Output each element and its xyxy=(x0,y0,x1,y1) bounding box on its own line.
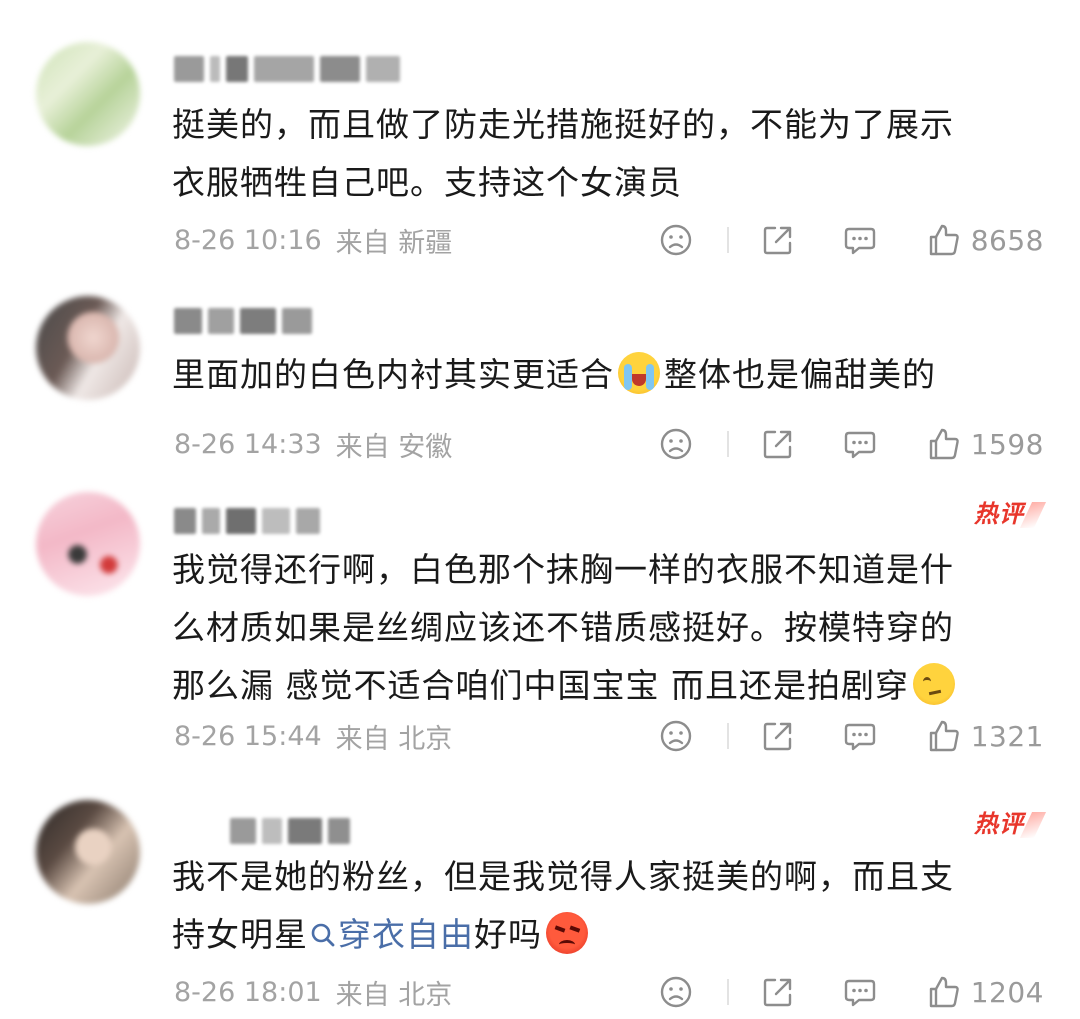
comment-line: 持女明星 穿衣自由好吗 xyxy=(172,906,1032,968)
avatar[interactable] xyxy=(36,42,140,146)
divider xyxy=(726,723,729,749)
username[interactable] xyxy=(174,504,434,538)
comment-meta: 8-26 15:44 来自 北京 1321 xyxy=(174,716,1044,756)
share-icon[interactable] xyxy=(761,223,795,257)
comment-line: 么材质如果是丝绸应该还不错质感挺好。按模特穿的 xyxy=(172,608,954,647)
avatar[interactable] xyxy=(36,800,140,904)
username[interactable] xyxy=(174,52,434,86)
comment-meta: 8-26 18:01 来自 北京 1204 xyxy=(174,972,1044,1012)
comment-actions: 1598 xyxy=(659,424,1044,464)
topic-link[interactable]: 穿衣自由 xyxy=(308,915,474,954)
comment-line: 里面加的白色内衬其实更适合 整体也是偏甜美的 xyxy=(172,346,1032,404)
dislike-icon[interactable] xyxy=(659,427,693,461)
comment-segment: 好吗 xyxy=(474,915,542,954)
like-count: 8658 xyxy=(970,223,1044,257)
comment-time: 8-26 14:33 xyxy=(174,428,322,460)
comment-icon[interactable] xyxy=(843,223,877,257)
comment-icon[interactable] xyxy=(843,427,877,461)
comment-line: 那么漏 感觉不适合咱们中国宝宝 而且还是拍剧穿 xyxy=(172,657,1032,715)
share-icon[interactable] xyxy=(761,719,795,753)
thumbs-up-icon xyxy=(927,975,961,1009)
comment-time: 8-26 18:01 xyxy=(174,976,322,1008)
comment-line: 我不是她的粉丝，但是我觉得人家挺美的啊，而且支 xyxy=(172,857,954,896)
avatar[interactable] xyxy=(36,296,140,400)
divider xyxy=(726,431,729,457)
comment-location: 来自 北京 xyxy=(335,979,453,1011)
topic-label: 穿衣自由 xyxy=(338,915,474,954)
username[interactable] xyxy=(174,304,434,338)
dislike-icon[interactable] xyxy=(659,223,693,257)
divider xyxy=(726,227,729,253)
like-count: 1321 xyxy=(970,719,1044,753)
comment-segment: 里面加的白色内衬其实更适合 xyxy=(172,355,614,394)
comment-time: 8-26 10:16 xyxy=(174,224,322,256)
avatar[interactable] xyxy=(36,492,140,596)
share-icon[interactable] xyxy=(761,975,795,1009)
comment-actions: 1204 xyxy=(659,972,1044,1012)
comment-line: 挺美的，而且做了防走光措施挺好的，不能为了展示 xyxy=(172,105,954,144)
comment-text: 我觉得还行啊，白色那个抹胸一样的衣服不知道是什 么材质如果是丝绸应该还不错质感挺… xyxy=(172,541,1032,715)
like-button[interactable]: 8658 xyxy=(927,223,1044,257)
username[interactable] xyxy=(174,814,434,848)
comment-icon[interactable] xyxy=(843,719,877,753)
like-button[interactable]: 1321 xyxy=(927,719,1044,753)
dislike-icon[interactable] xyxy=(659,975,693,1009)
like-count: 1598 xyxy=(970,427,1044,461)
comment-segment: 那么漏 感觉不适合咱们中国宝宝 而且还是拍剧穿 xyxy=(172,666,909,705)
thumbs-up-icon xyxy=(927,719,961,753)
hot-comment-badge: 热评 xyxy=(974,494,1040,529)
share-icon[interactable] xyxy=(761,427,795,461)
comment-text: 里面加的白色内衬其实更适合 整体也是偏甜美的 xyxy=(172,346,1032,404)
thumbs-up-icon xyxy=(927,223,961,257)
comment-text: 挺美的，而且做了防走光措施挺好的，不能为了展示 衣服牺牲自己吧。支持这个女演员 xyxy=(172,96,1032,212)
doubt-emoji xyxy=(912,663,955,705)
like-button[interactable]: 1204 xyxy=(927,975,1044,1009)
comment-segment: 整体也是偏甜美的 xyxy=(664,355,936,394)
comment-line: 衣服牺牲自己吧。支持这个女演员 xyxy=(172,163,682,202)
comment-location: 来自 北京 xyxy=(335,723,453,755)
comment-location: 来自 安徽 xyxy=(335,431,453,463)
comment-time: 8-26 15:44 xyxy=(174,720,322,752)
comment-actions: 1321 xyxy=(659,716,1044,756)
thumbs-up-icon xyxy=(927,427,961,461)
angry-emoji xyxy=(546,912,588,954)
cry-laugh-emoji xyxy=(618,352,660,394)
dislike-icon[interactable] xyxy=(659,719,693,753)
comment-location: 来自 新疆 xyxy=(335,227,453,259)
comment-line: 我觉得还行啊，白色那个抹胸一样的衣服不知道是什 xyxy=(172,550,954,589)
hot-comment-badge: 热评 xyxy=(974,804,1040,839)
search-icon xyxy=(310,910,336,968)
comment-icon[interactable] xyxy=(843,975,877,1009)
like-button[interactable]: 1598 xyxy=(927,427,1044,461)
divider xyxy=(726,979,729,1005)
like-count: 1204 xyxy=(970,975,1044,1009)
comment-actions: 8658 xyxy=(659,220,1044,260)
comment-segment: 持女明星 xyxy=(172,915,308,954)
comment-meta: 8-26 10:16 来自 新疆 8658 xyxy=(174,220,1044,260)
comment-text: 我不是她的粉丝，但是我觉得人家挺美的啊，而且支 持女明星 穿衣自由好吗 xyxy=(172,848,1032,968)
comment-meta: 8-26 14:33 来自 安徽 1598 xyxy=(174,424,1044,464)
